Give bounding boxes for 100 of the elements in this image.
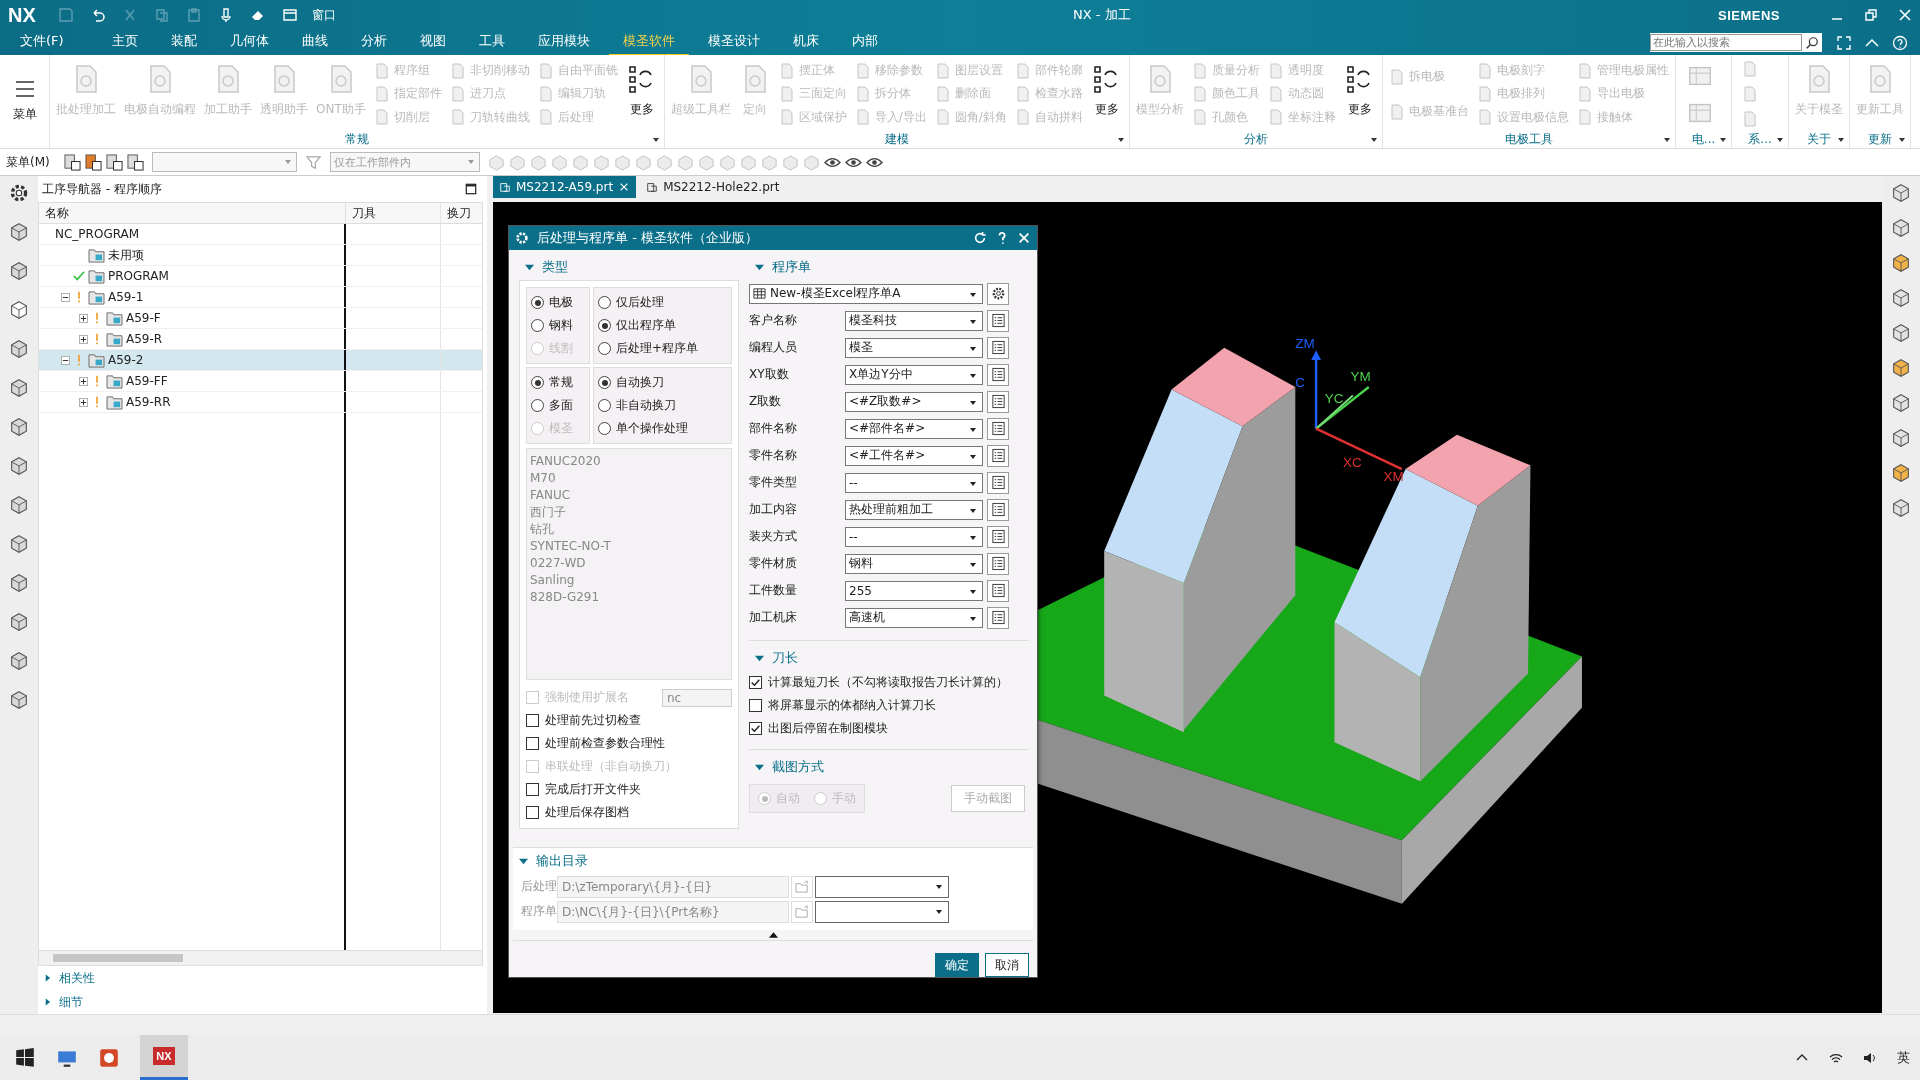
list-button[interactable] xyxy=(987,552,1009,575)
column-header[interactable]: 刀具 xyxy=(346,203,441,224)
list-item[interactable]: 钻孔 xyxy=(530,521,554,538)
cube-icon[interactable] xyxy=(1890,287,1912,310)
ok-button[interactable]: 确定 xyxy=(935,953,979,977)
caret-icon[interactable] xyxy=(1662,135,1671,144)
cube-icon[interactable] xyxy=(1890,357,1912,380)
value-dropdown[interactable]: X单边Y分中 xyxy=(845,364,983,385)
cube-icon[interactable] xyxy=(8,572,30,595)
help-icon[interactable] xyxy=(1892,34,1908,51)
caret-icon[interactable] xyxy=(1775,135,1784,144)
menu-tab[interactable]: 分析 xyxy=(360,29,387,56)
input-method-indicator[interactable]: 英 xyxy=(1897,1048,1910,1067)
menu-tab[interactable]: 内部 xyxy=(851,29,878,56)
caret-icon[interactable] xyxy=(1897,135,1906,144)
radio-option[interactable]: 后处理+程序单 xyxy=(598,339,727,358)
list-button[interactable] xyxy=(987,525,1009,548)
cube-icon[interactable] xyxy=(1890,392,1912,415)
list-button[interactable] xyxy=(987,390,1009,413)
collapse-icon[interactable] xyxy=(61,292,70,302)
navigator-view-icon[interactable] xyxy=(84,153,102,171)
list-button[interactable] xyxy=(987,498,1009,521)
expand-icon[interactable] xyxy=(79,376,88,386)
cancel-button[interactable]: 取消 xyxy=(985,953,1029,977)
section-header[interactable]: 程序单 xyxy=(772,258,811,276)
menu-tab[interactable]: 模圣设计 xyxy=(707,29,760,56)
value-dropdown[interactable]: 钢料 xyxy=(845,553,983,574)
list-button[interactable] xyxy=(987,471,1009,494)
cube-icon[interactable] xyxy=(1890,252,1912,275)
fullscreen-icon[interactable] xyxy=(1836,34,1852,51)
window-menu[interactable]: 窗口 xyxy=(311,6,336,24)
checkbox-option[interactable]: 将屏幕显示的体都纳入计算刀长 xyxy=(749,694,936,717)
list-button[interactable] xyxy=(987,309,1009,332)
menu-button[interactable]: 菜单 xyxy=(0,55,50,148)
file-tab[interactable]: MS2212-A59.prt xyxy=(493,176,637,199)
column-header[interactable]: 名称 xyxy=(39,203,346,224)
menu-tab[interactable]: 装配 xyxy=(170,29,197,56)
cube-icon[interactable] xyxy=(1890,427,1912,450)
list-button[interactable] xyxy=(987,579,1009,602)
menu-tab[interactable]: 机床 xyxy=(792,29,819,56)
value-dropdown[interactable]: 模圣科技 xyxy=(845,310,983,331)
list-button[interactable] xyxy=(987,336,1009,359)
ribbon-command[interactable]: 更多 xyxy=(1341,57,1378,131)
window-icon[interactable] xyxy=(281,7,298,23)
cube-icon[interactable] xyxy=(8,221,30,244)
ribbon-command[interactable]: 更多 xyxy=(1088,57,1125,131)
tree-item[interactable]: A59-F xyxy=(126,311,161,326)
value-dropdown[interactable]: 热处理前粗加工 xyxy=(845,499,983,520)
navigator-view-icon[interactable] xyxy=(63,153,81,171)
cube-icon[interactable] xyxy=(8,416,30,439)
radio-option[interactable]: 自动换刀 xyxy=(598,373,727,392)
radio-option[interactable]: 常规 xyxy=(531,373,585,392)
list-item[interactable]: 828D-G291 xyxy=(530,589,600,606)
tree-item[interactable]: PROGRAM xyxy=(108,269,169,284)
cube-icon[interactable] xyxy=(8,299,30,322)
cube-icon[interactable] xyxy=(1890,217,1912,240)
close-icon[interactable] xyxy=(1017,231,1031,245)
tree-item[interactable]: A59-RR xyxy=(126,395,171,410)
list-item[interactable]: Sanling xyxy=(530,572,575,589)
output-dropdown[interactable] xyxy=(815,875,949,898)
checkbox-option[interactable]: 处理前先过切检查 xyxy=(526,709,641,732)
menu-tab[interactable]: 视图 xyxy=(419,29,446,56)
restore-icon[interactable] xyxy=(1864,8,1878,22)
caret-icon[interactable] xyxy=(1719,135,1728,144)
collapse-icon[interactable] xyxy=(61,355,70,365)
cube-icon[interactable] xyxy=(8,455,30,478)
navigator-view-icon[interactable] xyxy=(105,153,123,171)
cube-icon[interactable] xyxy=(8,611,30,634)
model-drawing[interactable] xyxy=(1038,348,1582,905)
path-field[interactable]: D:\NC\{月}-{日}\{Prt名称} xyxy=(557,900,789,923)
ribbon-command[interactable]: 更多 xyxy=(623,57,660,131)
list-button[interactable] xyxy=(987,606,1009,629)
close-icon[interactable] xyxy=(1898,8,1912,22)
radio-option[interactable]: 仅后处理 xyxy=(598,293,727,312)
tree-item[interactable]: NC_PROGRAM xyxy=(55,227,140,242)
section-header[interactable]: 细节 xyxy=(59,993,83,1011)
cube-icon[interactable] xyxy=(8,338,30,361)
radio-option[interactable]: 仅出程序单 xyxy=(598,316,727,335)
scope-dropdown[interactable]: 仅在工作部件内 xyxy=(329,152,480,173)
presentation-app-icon[interactable] xyxy=(98,1046,120,1069)
checkbox-option[interactable]: 出图后停留在制图模块 xyxy=(749,717,888,740)
cube-icon[interactable] xyxy=(8,689,30,712)
caret-icon[interactable] xyxy=(651,135,660,144)
menu-button[interactable]: 菜单(M) xyxy=(6,153,50,171)
cube-icon[interactable] xyxy=(1890,497,1912,520)
list-item[interactable]: 0227-WD xyxy=(530,555,586,572)
section-header[interactable]: 相关性 xyxy=(59,969,95,987)
menu-tab[interactable]: 几何体 xyxy=(229,29,269,56)
value-dropdown[interactable]: 高速机 xyxy=(845,607,983,628)
search-icon[interactable] xyxy=(1805,35,1819,50)
checkbox-option[interactable]: 处理前检查参数合理性 xyxy=(526,732,665,755)
cube-icon[interactable] xyxy=(8,260,30,283)
settings-button[interactable] xyxy=(987,282,1009,305)
radio-option[interactable]: 单个操作处理 xyxy=(598,419,727,438)
cube-icon[interactable] xyxy=(8,494,30,517)
checkbox-option[interactable]: 处理后保存图档 xyxy=(526,801,629,824)
list-item[interactable]: 西门子 xyxy=(530,504,566,521)
start-icon[interactable] xyxy=(14,1046,36,1069)
app-taskbar-button[interactable]: NX xyxy=(140,1035,188,1080)
radio-option[interactable]: 多面 xyxy=(531,396,585,415)
